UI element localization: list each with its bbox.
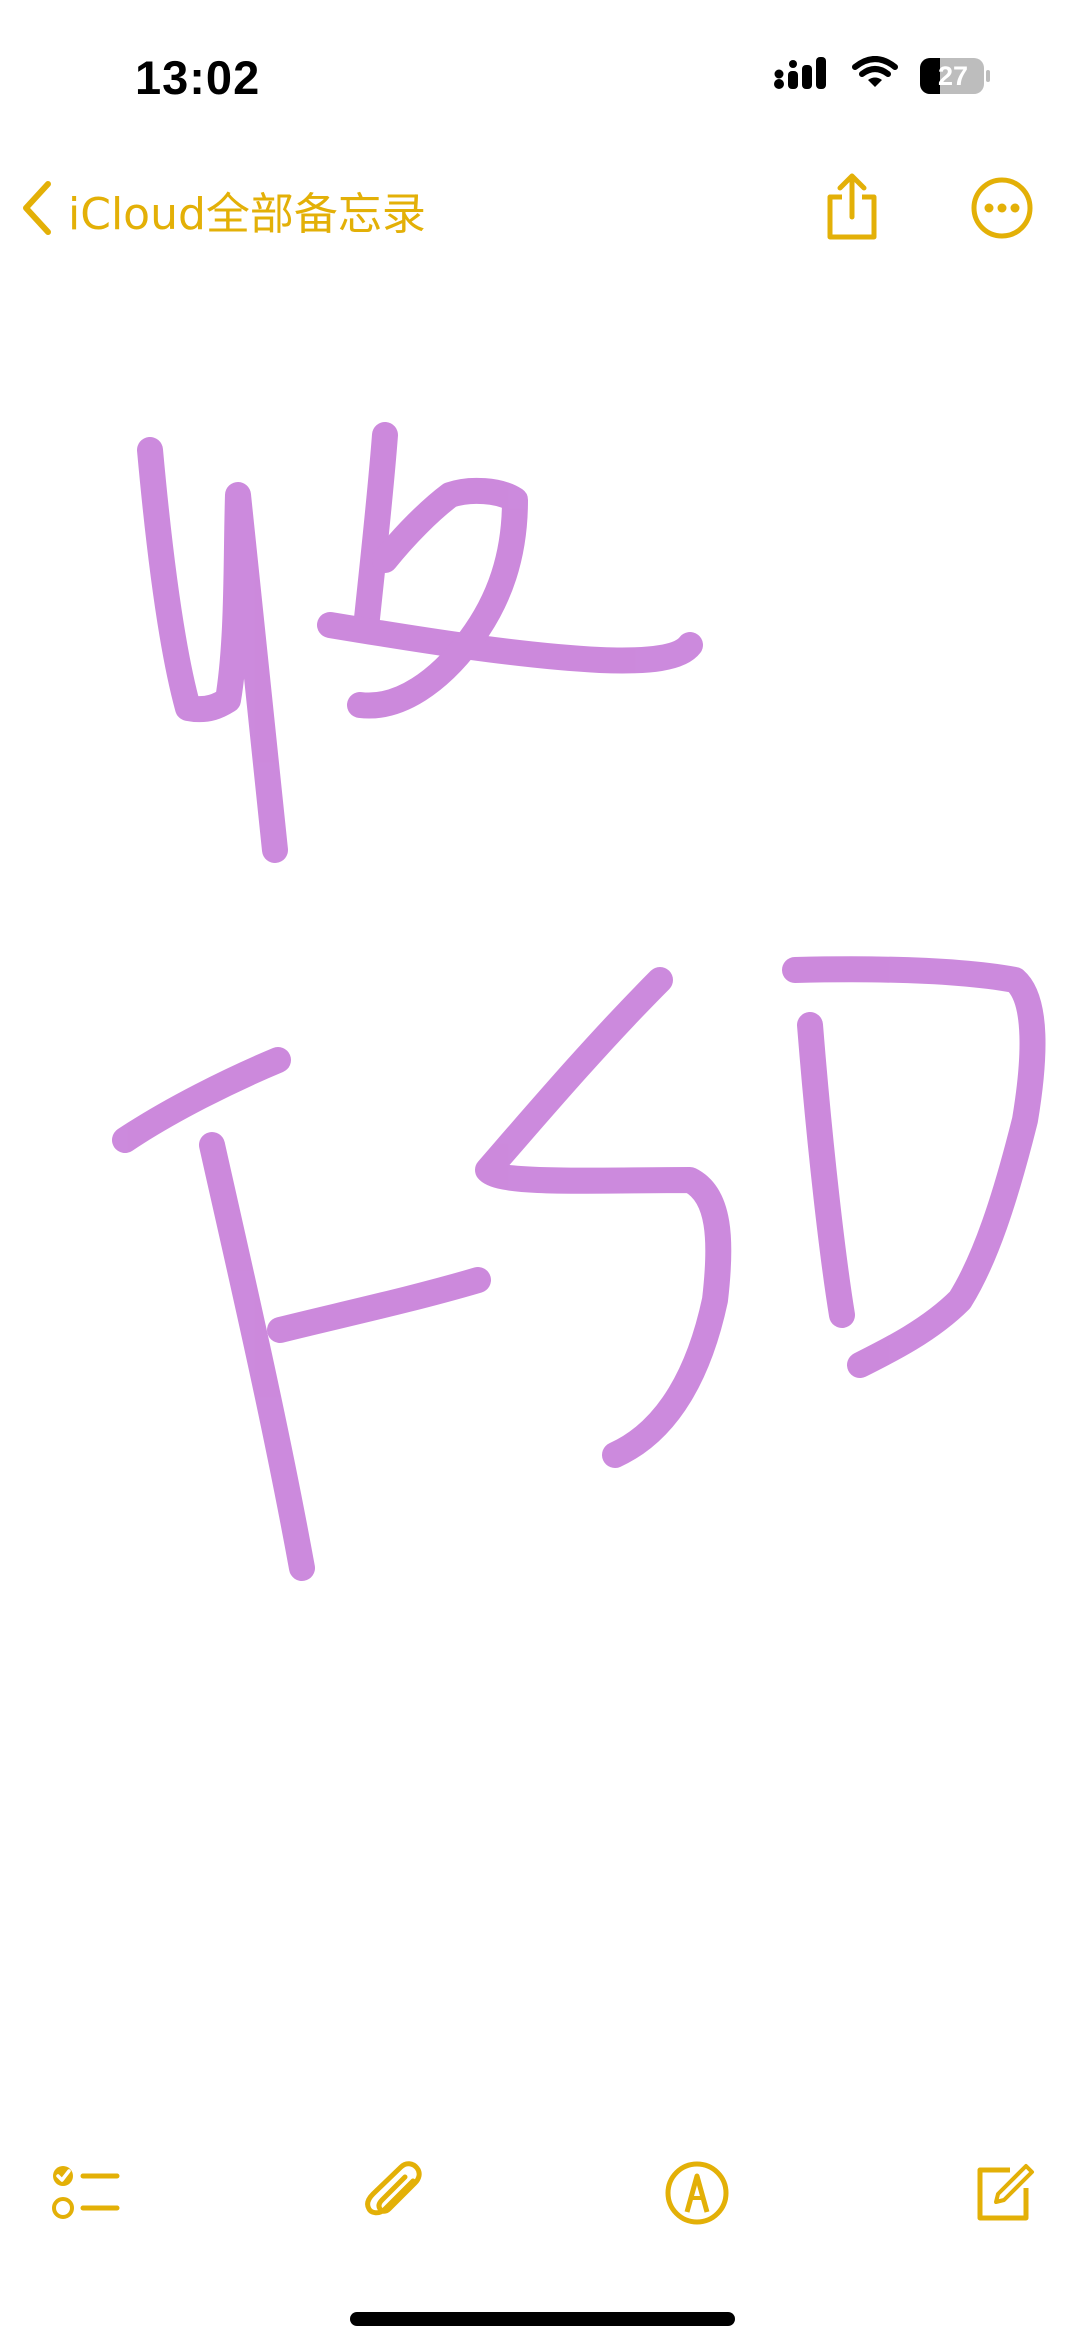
wifi-icon xyxy=(852,56,898,95)
ink-stroke xyxy=(199,1132,315,1581)
markup-button[interactable] xyxy=(647,2145,747,2245)
status-bar: 13:02 27 xyxy=(0,0,1080,150)
compose-icon xyxy=(970,2160,1036,2231)
back-label: iCloud全部备忘录 xyxy=(68,189,426,240)
share-button[interactable] xyxy=(812,170,892,250)
handwriting-drawing xyxy=(112,422,1046,1581)
checklist-button[interactable] xyxy=(36,2145,136,2245)
ellipsis-circle-icon xyxy=(970,176,1034,245)
checklist-icon xyxy=(51,2162,121,2229)
bottom-toolbar xyxy=(0,2140,1080,2250)
ink-stroke xyxy=(112,1047,291,1153)
chevron-left-icon xyxy=(18,178,54,243)
battery-icon: 27 xyxy=(920,57,990,94)
home-indicator[interactable] xyxy=(350,2312,735,2326)
navigation-bar: iCloud全部备忘录 xyxy=(0,160,1080,260)
compose-button[interactable] xyxy=(953,2145,1053,2245)
drawing-canvas[interactable] xyxy=(0,260,1080,2120)
ink-stroke xyxy=(797,1012,855,1328)
attachment-button[interactable] xyxy=(343,2145,443,2245)
cellular-signal-icon xyxy=(774,57,830,94)
more-options-button[interactable] xyxy=(962,170,1042,250)
ink-stroke xyxy=(475,967,732,1468)
ink-stroke xyxy=(317,612,703,674)
back-button[interactable]: iCloud全部备忘录 xyxy=(18,170,426,250)
share-icon xyxy=(822,173,882,248)
status-icons: 27 xyxy=(774,56,990,95)
paperclip-icon xyxy=(361,2159,425,2232)
status-time: 13:02 xyxy=(135,51,261,104)
ink-stroke xyxy=(137,437,288,863)
battery-level: 27 xyxy=(937,60,969,91)
ink-stroke xyxy=(267,1267,491,1343)
ink-stroke xyxy=(353,422,398,641)
markup-pen-icon xyxy=(664,2160,730,2231)
